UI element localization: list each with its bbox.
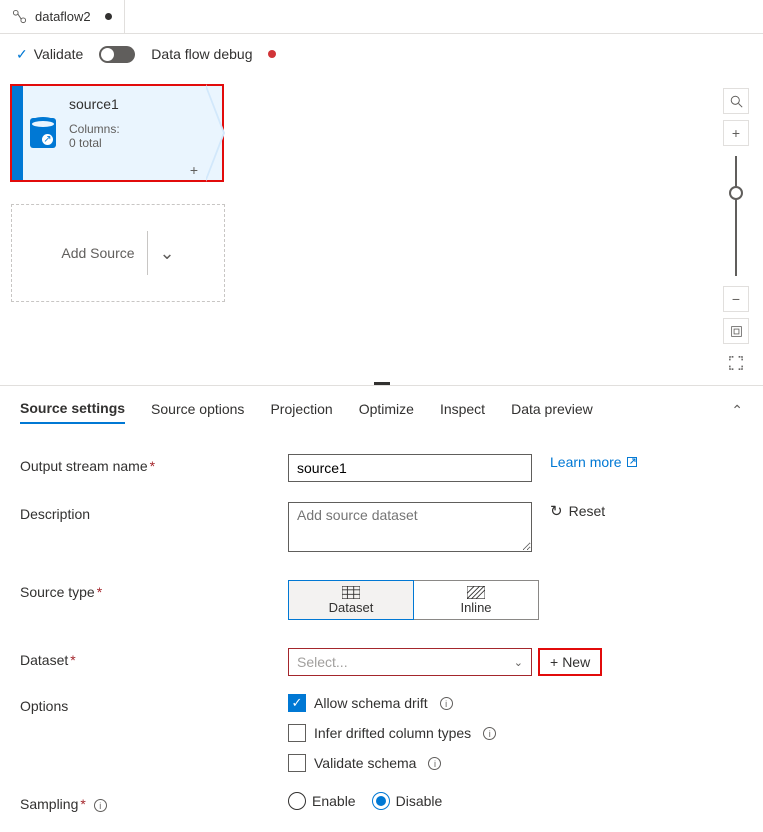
settings-panel: Source settings Source options Projectio…: [0, 386, 763, 832]
toolbar: ✓ Validate Data flow debug: [0, 34, 763, 74]
reset-button[interactable]: ↻ Reset: [550, 502, 605, 520]
zoom-out-button[interactable]: −: [723, 286, 749, 312]
required-icon: *: [80, 796, 85, 812]
radio-icon: [288, 792, 306, 810]
checkmark-icon: ✓: [16, 46, 28, 63]
node-title: source1: [69, 96, 194, 112]
option-validate-schema[interactable]: Validate schema i: [288, 754, 496, 772]
source-type-inline[interactable]: Inline: [413, 580, 539, 620]
hatch-icon: [467, 586, 485, 599]
required-icon: *: [70, 652, 75, 668]
checkbox-validate-schema[interactable]: [288, 754, 306, 772]
unsaved-indicator-icon: [105, 13, 112, 20]
search-button[interactable]: [723, 88, 749, 114]
plus-icon: +: [550, 654, 558, 670]
option-allow-drift[interactable]: ✓ Allow schema drift i: [288, 694, 496, 712]
tab-projection[interactable]: Projection: [270, 401, 332, 423]
label-options: Options: [20, 694, 288, 714]
checkbox-infer-types[interactable]: [288, 724, 306, 742]
checkbox-allow-drift[interactable]: ✓: [288, 694, 306, 712]
row-description: Description ↻ Reset: [20, 502, 743, 552]
tab-source-options[interactable]: Source options: [151, 401, 244, 423]
validate-label: Validate: [34, 46, 84, 62]
tab-inspect[interactable]: Inspect: [440, 401, 485, 423]
learn-more-link[interactable]: Learn more: [550, 454, 638, 470]
debug-status-icon: [268, 50, 276, 58]
tab-data-preview[interactable]: Data preview: [511, 401, 593, 423]
info-icon[interactable]: i: [440, 697, 453, 710]
canvas[interactable]: ↗ source1 Columns: 0 total + Add Source …: [0, 74, 763, 386]
zoom-in-button[interactable]: +: [723, 120, 749, 146]
plus-icon: +: [732, 125, 740, 141]
zoom-controls: + −: [723, 88, 749, 376]
fit-icon: [730, 325, 743, 338]
validate-button[interactable]: ✓ Validate: [16, 46, 83, 63]
add-step-button[interactable]: +: [190, 162, 198, 178]
file-tab-dataflow2[interactable]: dataflow2: [0, 0, 125, 33]
source-type-dataset[interactable]: Dataset: [288, 580, 414, 620]
dataset-select[interactable]: Select... ⌄: [288, 648, 532, 676]
node-arrow-end: [202, 86, 222, 180]
info-icon[interactable]: i: [483, 727, 496, 740]
fit-button[interactable]: [723, 318, 749, 344]
grid-icon: [342, 586, 360, 599]
label-dataset: Dataset*: [20, 648, 288, 668]
tab-bar: dataflow2: [0, 0, 763, 34]
external-link-icon: [626, 456, 638, 468]
info-icon[interactable]: i: [428, 757, 441, 770]
node-columns-label: Columns:: [69, 122, 194, 136]
node-icon-column: ↗: [25, 86, 61, 180]
add-source-button[interactable]: Add Source ⌄: [11, 204, 225, 302]
row-options: Options ✓ Allow schema drift i Infer dri…: [20, 694, 743, 784]
required-icon: *: [150, 458, 155, 474]
tab-optimize[interactable]: Optimize: [359, 401, 414, 423]
tab-label: dataflow2: [35, 9, 91, 24]
minus-icon: −: [732, 291, 740, 307]
divider: [147, 231, 148, 275]
sampling-enable[interactable]: Enable: [288, 792, 356, 810]
row-dataset: Dataset* Select... ⌄ + New: [20, 648, 743, 676]
info-icon[interactable]: i: [94, 799, 107, 812]
source-node[interactable]: ↗ source1 Columns: 0 total +: [10, 84, 224, 182]
zoom-handle[interactable]: [729, 186, 743, 200]
output-stream-input[interactable]: [288, 454, 532, 482]
chevron-down-icon: ⌄: [514, 656, 523, 669]
tab-source-settings[interactable]: Source settings: [20, 400, 125, 424]
sampling-disable[interactable]: Disable: [372, 792, 443, 810]
dataflow-icon: [12, 9, 27, 24]
radio-icon: [372, 792, 390, 810]
label-description: Description: [20, 502, 288, 522]
node-indicator-bar: [12, 86, 23, 180]
description-input[interactable]: [288, 502, 532, 552]
debug-toggle[interactable]: [99, 46, 135, 63]
required-icon: *: [97, 584, 102, 600]
arrow-overlay-icon: ↗: [42, 134, 53, 145]
fullscreen-button[interactable]: [723, 350, 749, 376]
chevron-down-icon[interactable]: ⌄: [160, 243, 175, 264]
label-output-stream: Output stream name*: [20, 454, 288, 474]
fullscreen-icon: [729, 356, 743, 370]
new-dataset-button[interactable]: + New: [538, 648, 602, 676]
add-source-label: Add Source: [61, 245, 134, 261]
reset-icon: ↻: [550, 502, 563, 520]
panel-resize-handle[interactable]: [374, 382, 390, 385]
node-text: source1 Columns: 0 total: [61, 86, 202, 180]
collapse-panel-button[interactable]: ⌃: [731, 402, 743, 419]
select-placeholder: Select...: [297, 654, 348, 670]
search-icon: [730, 95, 743, 108]
panel-tabs: Source settings Source options Projectio…: [20, 386, 743, 434]
node-columns-count: 0 total: [69, 136, 194, 150]
label-source-type: Source type*: [20, 580, 288, 600]
debug-label: Data flow debug: [151, 46, 252, 62]
row-sampling: Sampling* i Enable Disable: [20, 792, 743, 812]
zoom-slider[interactable]: [735, 156, 737, 276]
option-infer-types[interactable]: Infer drifted column types i: [288, 724, 496, 742]
label-sampling: Sampling* i: [20, 792, 288, 812]
row-output-stream: Output stream name* Learn more: [20, 454, 743, 482]
database-icon: ↗: [30, 118, 56, 148]
source-type-segmented: Dataset Inline: [288, 580, 539, 620]
row-source-type: Source type* Dataset Inline: [20, 580, 743, 620]
